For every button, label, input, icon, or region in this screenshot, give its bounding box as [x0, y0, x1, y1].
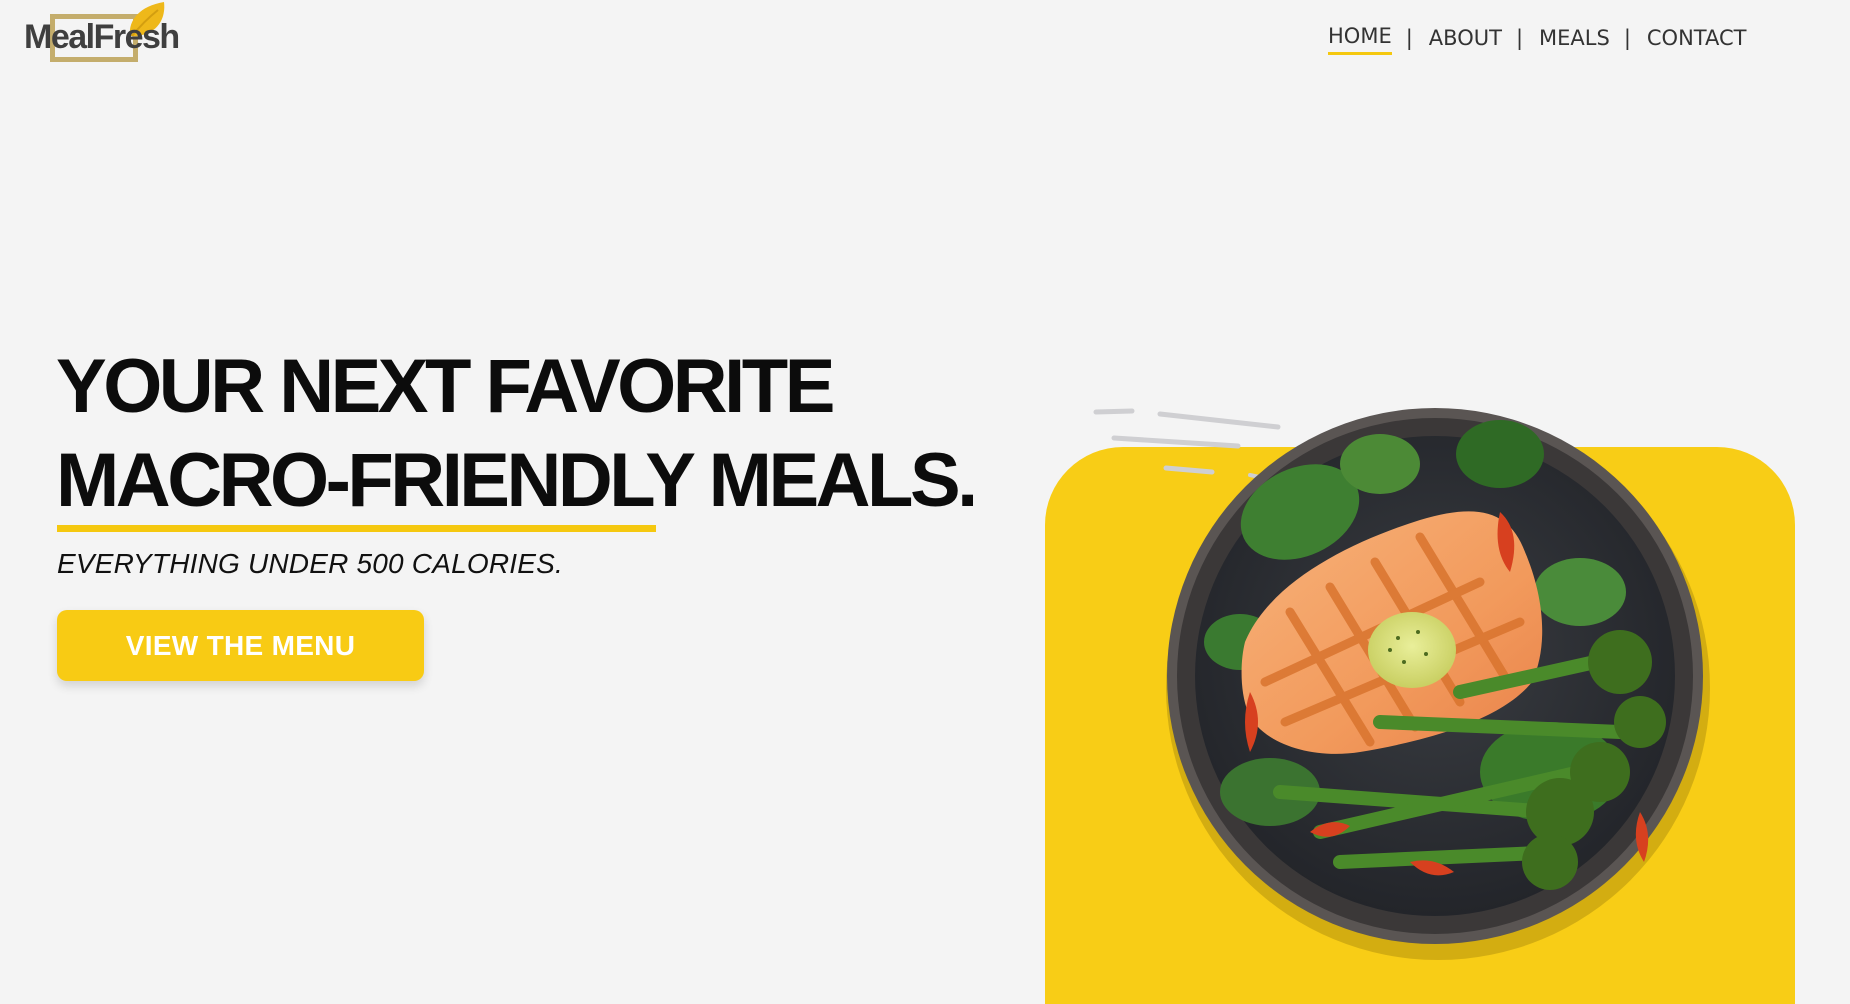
headline-underline [57, 525, 656, 532]
motion-lines [1093, 408, 1281, 480]
nav-link-about[interactable]: ABOUT [1429, 26, 1502, 54]
page: MealFresh HOME | ABOUT | MEALS | CONTACT… [0, 0, 1850, 1004]
nav-separator: | [1623, 25, 1631, 50]
nav-separator: | [1515, 25, 1524, 50]
logo-wordmark: MealFresh [24, 18, 180, 56]
nav-link-meals[interactable]: MEALS [1539, 26, 1610, 54]
hero-headline-line-1: YOUR NEXT FAVORITE [56, 344, 835, 429]
view-menu-button[interactable]: VIEW THE MENU [57, 610, 424, 681]
nav-link-home[interactable]: HOME [1328, 24, 1392, 55]
nav-link-contact[interactable]: CONTACT [1647, 26, 1747, 54]
nav-separator: | [1405, 25, 1413, 50]
main-nav: HOME | ABOUT | MEALS | CONTACT [1328, 24, 1746, 55]
hero-subtitle: EVERYTHING UNDER 500 CALORIES. [57, 548, 563, 579]
hero-headline-line-2: MACRO-FRIENDLY MEALS. [56, 438, 978, 523]
hero-headline: YOUR NEXT FAVORITE MACRO-FRIENDLY MEALS. [56, 340, 978, 528]
salmon-plate-image [1093, 408, 1710, 960]
logo[interactable]: MealFresh [24, 0, 184, 70]
